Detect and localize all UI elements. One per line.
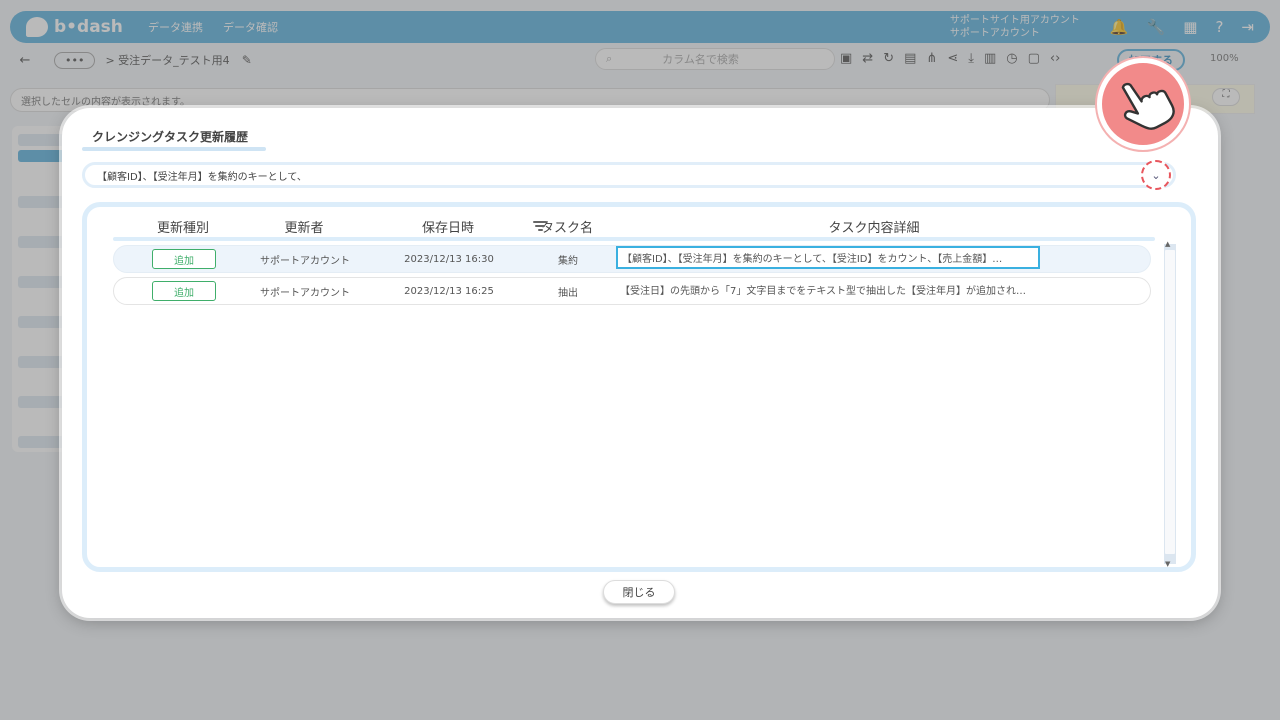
row-saved-at: 2023/12/13 16:25 — [404, 285, 494, 297]
header-task-detail: タスク内容詳細 — [828, 220, 920, 236]
table-row[interactable]: 追加 サポートアカウント 2023/12/13 16:25 抽出 【受注日】の先… — [113, 277, 1151, 305]
header-divider — [113, 237, 1155, 241]
table-row[interactable]: 追加 サポートアカウント 2023/12/13 16:30 集約 【顧客ID】、… — [113, 245, 1151, 273]
row-updater: サポートアカウント — [260, 255, 350, 267]
filter-icon[interactable] — [533, 219, 547, 233]
header-task-name: タスク名 — [541, 220, 594, 236]
row-task-name: 集約 — [558, 255, 578, 267]
update-type-badge: 追加 — [152, 249, 216, 269]
row-task-detail[interactable]: 【顧客ID】、【受注年月】を集約のキーとして、【受注ID】をカウント、【売上金額… — [616, 246, 1040, 269]
row-updater: サポートアカウント — [260, 287, 350, 299]
expand-summary-button[interactable]: ⌄ — [1141, 160, 1171, 190]
scroll-down-arrow-icon[interactable]: ▼ — [1165, 560, 1170, 568]
hand-pointer-icon — [1097, 58, 1189, 150]
scroll-up-arrow-icon[interactable]: ▲ — [1165, 240, 1170, 248]
history-table: 更新種別 更新者 保存日時 タスク名 タスク内容詳細 追加 サポートアカウント … — [82, 202, 1196, 572]
header-update-type: 更新種別 — [156, 220, 209, 236]
header-saved-at-label: 保存日時 — [421, 220, 474, 236]
table-scrollbar[interactable]: ▲ ▼ — [1162, 240, 1178, 568]
chevron-down-icon: ⌄ — [1151, 168, 1161, 182]
header-updater: 更新者 — [284, 220, 324, 236]
update-type-badge: 追加 — [152, 281, 216, 301]
task-summary-field[interactable]: 【顧客ID】、【受注年月】を集約のキーとして、 — [82, 162, 1176, 188]
row-task-detail[interactable]: 【受注日】の先頭から「7」文字目までをテキスト型で抽出した【受注年月】が追加され… — [616, 280, 1040, 299]
close-button[interactable]: 閉じる — [603, 580, 675, 604]
task-summary-text: 【顧客ID】、【受注年月】を集約のキーとして、 — [97, 171, 307, 183]
cleansing-task-history-modal: クレンジングタスク更新履歴 【顧客ID】、【受注年月】を集約のキーとして、 ⌄ … — [62, 108, 1218, 618]
scroll-thumb[interactable] — [1165, 250, 1175, 554]
row-task-name: 抽出 — [558, 287, 578, 299]
row-saved-at: 2023/12/13 16:30 — [404, 253, 494, 265]
modal-title: クレンジングタスク更新履歴 — [82, 128, 267, 151]
table-header: 更新種別 更新者 保存日時 タスク名 タスク内容詳細 — [113, 212, 1155, 240]
header-saved-at[interactable]: 保存日時 — [355, 217, 547, 236]
